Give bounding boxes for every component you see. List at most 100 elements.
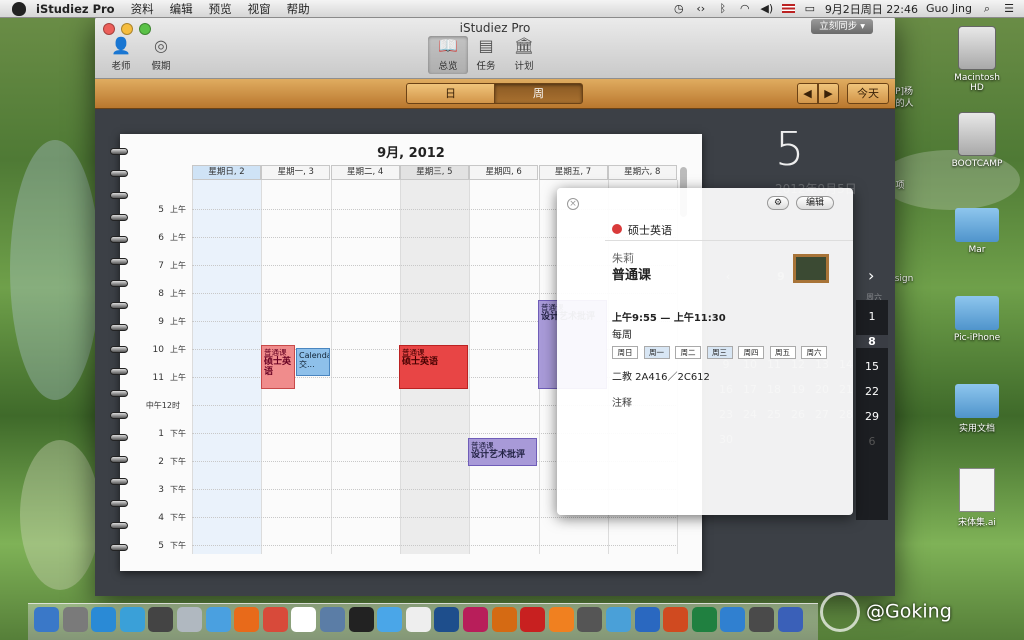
- big-day-number: 5: [775, 122, 805, 176]
- hour-number: 中午12时: [145, 401, 180, 410]
- dock-app-id-icon[interactable]: [463, 607, 488, 632]
- event-master-english-wed[interactable]: 普通课 硕士英语: [399, 345, 468, 389]
- week-view-button[interactable]: 周: [494, 83, 583, 104]
- spotlight-search-icon[interactable]: ⌕: [980, 2, 994, 16]
- next-week-button[interactable]: ▶: [818, 83, 839, 104]
- weekday-toggle[interactable]: 周三: [706, 346, 733, 359]
- dock-app-textedit-icon[interactable]: [405, 607, 431, 632]
- dock-app-itunes-icon[interactable]: [205, 607, 231, 632]
- dock-app-ical-icon[interactable]: [291, 607, 317, 632]
- clock[interactable]: 9月2日周日 22:46: [825, 1, 918, 17]
- tasks-tab[interactable]: ▤ 任务: [466, 36, 506, 74]
- teachers-button[interactable]: 👤 老师: [101, 36, 141, 74]
- hour-label: 8 上午: [158, 288, 186, 299]
- desktop-icon-macintosh-hd[interactable]: Macintosh HD: [947, 26, 1007, 93]
- hour-ampm: 下午: [170, 429, 186, 438]
- hour-label: 5 下午: [158, 540, 186, 551]
- dock-app-launchpad-icon[interactable]: [62, 607, 88, 632]
- dock-app-chrome-icon[interactable]: [262, 607, 288, 632]
- dock-app-ps-icon[interactable]: [434, 607, 460, 632]
- bluetooth-icon[interactable]: ᛒ: [716, 2, 730, 15]
- day-header[interactable]: 星期三, 5: [399, 165, 469, 180]
- weekday-toggle[interactable]: 周二: [675, 346, 701, 359]
- desktop-icon-docs[interactable]: 实用文档: [947, 384, 1007, 434]
- weekday-toggle[interactable]: 周一: [643, 346, 670, 359]
- day-header[interactable]: 星期四, 6: [469, 165, 539, 180]
- dock-app-flash-icon[interactable]: [520, 607, 546, 632]
- overview-tab[interactable]: 📖 总览: [428, 36, 468, 74]
- day-header[interactable]: 星期五, 7: [538, 165, 608, 180]
- dock-app-activity-monitor-icon[interactable]: [148, 607, 174, 632]
- menu-item-help[interactable]: 帮助: [287, 1, 310, 17]
- weekday-toggle[interactable]: 周六: [801, 346, 827, 359]
- event-calendar-mon[interactable]: Calendar交...: [296, 348, 330, 376]
- menu-item-data[interactable]: 资料: [131, 1, 154, 17]
- dock-app-word-icon[interactable]: [634, 607, 660, 632]
- dock-app-qq-icon[interactable]: [348, 607, 374, 632]
- plan-tab[interactable]: 🏛 计划: [504, 36, 544, 74]
- mini-week-number[interactable]: 15: [856, 360, 888, 373]
- event-master-english-mon[interactable]: 普通课 硕士英语: [261, 345, 295, 389]
- dock-app-finder-icon[interactable]: [34, 607, 59, 632]
- day-header[interactable]: 星期一, 3: [261, 165, 331, 180]
- battery-icon[interactable]: ▭: [803, 2, 817, 15]
- today-button[interactable]: 今天: [847, 83, 889, 104]
- weekday-toggle[interactable]: 周四: [738, 346, 764, 359]
- hour-label: 3 下午: [158, 484, 186, 495]
- dock-app-app-store-icon[interactable]: [91, 607, 117, 632]
- menu-item-view[interactable]: 预览: [209, 1, 232, 17]
- mini-week-number[interactable]: 8: [856, 335, 888, 348]
- hard-drive-icon: [958, 26, 996, 70]
- volume-icon[interactable]: ◀): [760, 2, 774, 15]
- dock-app-safari-icon[interactable]: [119, 607, 145, 632]
- day-view-button[interactable]: 日: [406, 83, 495, 104]
- mini-week-number[interactable]: 22: [856, 385, 888, 398]
- dock-app-iphoto-icon[interactable]: [320, 607, 345, 632]
- sync-now-button[interactable]: 立刻同步 ▾: [811, 19, 873, 34]
- notification-list-icon[interactable]: ☰: [1002, 2, 1016, 15]
- wifi-icon[interactable]: ◠: [738, 2, 752, 15]
- previous-week-button[interactable]: ◀: [797, 83, 818, 104]
- edit-button[interactable]: 编辑: [796, 196, 834, 210]
- desktop-icon-bootcamp[interactable]: BOOTCAMP: [947, 112, 1007, 169]
- dock-app-dashboard-icon[interactable]: [749, 607, 774, 632]
- desktop-icon-font-ai[interactable]: 宋体集.ai: [947, 468, 1007, 528]
- menu-item-window[interactable]: 视窗: [248, 1, 271, 17]
- mini-week-number[interactable]: 6: [856, 435, 888, 448]
- mini-next-month-icon[interactable]: ›: [868, 266, 874, 285]
- app-menu[interactable]: iStudiez Pro: [36, 2, 115, 16]
- day-header[interactable]: 星期日, 2: [192, 165, 261, 180]
- binder-ring: [110, 280, 128, 287]
- weekday-toggle[interactable]: 周五: [769, 346, 796, 359]
- gear-button[interactable]: ⚙: [767, 196, 789, 210]
- dock-app-preview-icon[interactable]: [177, 607, 202, 632]
- desktop-icon-mar[interactable]: Mar: [947, 208, 1007, 255]
- time-machine-icon[interactable]: ◷: [672, 2, 686, 15]
- dock-app-mail-icon[interactable]: [606, 607, 631, 632]
- us-flag-icon[interactable]: [781, 4, 795, 13]
- user-menu[interactable]: Guo Jing: [926, 2, 972, 15]
- close-popup-icon[interactable]: ×: [567, 198, 579, 210]
- mini-week-number[interactable]: 1: [856, 310, 888, 323]
- dock-app-ichat-icon[interactable]: [377, 607, 403, 632]
- dock-app-vlc-icon[interactable]: [548, 607, 574, 632]
- dock-app-word2-icon[interactable]: [777, 607, 803, 632]
- dock-app-excel-icon[interactable]: [691, 607, 717, 632]
- day-header[interactable]: 星期二, 4: [330, 165, 400, 180]
- event-design-critique-thu[interactable]: 普通课 设计艺术批评: [468, 438, 537, 466]
- binder-ring: [110, 522, 128, 529]
- dock-app-firefox-icon[interactable]: [234, 607, 260, 632]
- holidays-button[interactable]: ◎ 假期: [141, 36, 181, 74]
- desktop-icon-pic-iphone[interactable]: Pic-iPhone: [947, 296, 1007, 343]
- dock-app-sublime-icon[interactable]: [577, 607, 603, 632]
- mini-week-number[interactable]: 29: [856, 410, 888, 423]
- dock-app-transmit-icon[interactable]: [720, 607, 746, 632]
- menu-item-edit[interactable]: 编辑: [170, 1, 193, 17]
- apple-menu-icon[interactable]: [12, 1, 26, 16]
- class-time: 上午9:55 — 上午11:30: [612, 313, 726, 324]
- dock-app-powerpoint-icon[interactable]: [663, 607, 689, 632]
- code-icon[interactable]: ‹›: [694, 2, 708, 15]
- weekday-toggle[interactable]: 周日: [612, 346, 638, 359]
- day-header[interactable]: 星期六, 8: [607, 165, 677, 180]
- dock-app-ai-icon[interactable]: [491, 607, 517, 632]
